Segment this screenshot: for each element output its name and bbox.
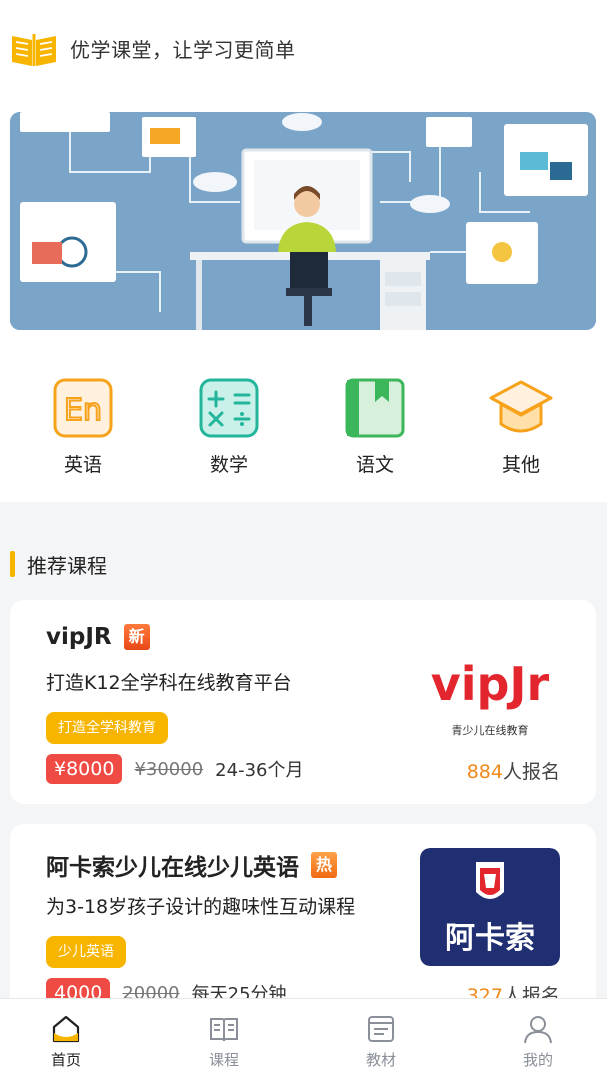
category-chinese[interactable]: 语文 bbox=[325, 378, 425, 477]
banner-illustration bbox=[10, 112, 596, 330]
book-open-icon bbox=[210, 1018, 238, 1042]
course-name: vipJR bbox=[46, 624, 112, 650]
vipjr-logo-subtitle: 青少儿在线教育 bbox=[452, 723, 529, 737]
textbook-icon bbox=[368, 1016, 394, 1042]
course-tag: 少儿英语 bbox=[46, 936, 126, 968]
course-name-row: vipJR 新 bbox=[46, 624, 150, 650]
home-icon bbox=[52, 1015, 80, 1043]
course-description: 为3-18岁孩子设计的趣味性互动课程 bbox=[46, 896, 356, 918]
category-label: 数学 bbox=[209, 454, 248, 476]
category-label: 其他 bbox=[501, 454, 540, 476]
category-other[interactable]: 其他 bbox=[471, 378, 571, 477]
graduation-cap-icon bbox=[489, 380, 553, 433]
promo-banner[interactable] bbox=[10, 112, 596, 330]
hot-badge: 热 bbox=[311, 852, 337, 878]
math-symbols-icon bbox=[199, 378, 259, 438]
app-header: 优学课堂，让学习更简单 bbox=[0, 0, 607, 100]
course-tag: 打造全学科教育 bbox=[46, 712, 168, 744]
category-math[interactable]: 数学 bbox=[179, 378, 279, 477]
section-accent-bar bbox=[10, 551, 15, 577]
section-title: 推荐课程 bbox=[10, 550, 107, 578]
vipjr-logo-text: vipJr bbox=[431, 657, 550, 711]
course-duration: 24-36个月 bbox=[215, 760, 304, 781]
course-description: 打造K12全学科在线教育平台 bbox=[46, 672, 292, 694]
enroll-suffix: 人报名 bbox=[502, 761, 560, 783]
course-name: 阿卡索少儿在线少儿英语 bbox=[46, 855, 299, 881]
bottom-tab-bar: 首页 课程 教材 我的 bbox=[0, 998, 607, 1080]
course-price: ¥8000 bbox=[46, 754, 123, 784]
vipjr-logo: vipJr 青少儿在线教育 bbox=[420, 624, 560, 742]
category-english[interactable]: En 英语 bbox=[33, 378, 133, 477]
course-thumbnail[interactable]: 阿卡索 bbox=[420, 848, 560, 966]
acadsoc-logo: 阿卡索 bbox=[420, 848, 560, 966]
enroll-number: 884 bbox=[466, 761, 503, 783]
section-title-text: 推荐课程 bbox=[27, 553, 107, 578]
category-label: 英语 bbox=[63, 454, 102, 476]
course-name-row: 阿卡索少儿在线少儿英语 热 bbox=[46, 848, 337, 882]
tab-textbooks[interactable]: 教材 bbox=[341, 1013, 421, 1070]
chinese-book-icon bbox=[345, 378, 405, 438]
original-price: ¥30000 bbox=[134, 758, 204, 780]
tab-home[interactable]: 首页 bbox=[26, 1013, 106, 1070]
tab-label: 课程 bbox=[208, 1051, 239, 1069]
category-label: 语文 bbox=[355, 454, 394, 476]
user-icon bbox=[524, 1016, 552, 1044]
course-card[interactable]: vipJR 新 打造K12全学科在线教育平台 打造全学科教育 ¥8000 ¥30… bbox=[10, 600, 596, 804]
english-en-icon: En bbox=[53, 378, 113, 438]
open-book-logo-icon bbox=[12, 34, 56, 66]
tab-label: 教材 bbox=[365, 1051, 396, 1069]
course-thumbnail[interactable]: vipJr 青少儿在线教育 bbox=[420, 624, 560, 742]
category-grid: En 英语 数学 语文 其他 bbox=[0, 360, 607, 500]
app-slogan: 优学课堂，让学习更简单 bbox=[70, 38, 296, 62]
tab-label: 我的 bbox=[522, 1051, 553, 1069]
price-row: ¥8000 ¥30000 24-36个月 bbox=[46, 754, 303, 784]
tab-label: 首页 bbox=[50, 1051, 81, 1069]
tab-mine[interactable]: 我的 bbox=[498, 1013, 578, 1070]
acadsoc-logo-text: 阿卡索 bbox=[445, 921, 535, 956]
enroll-count: 884人报名 bbox=[467, 757, 560, 784]
tab-courses[interactable]: 课程 bbox=[184, 1013, 264, 1070]
new-badge: 新 bbox=[123, 624, 150, 650]
svg-text:En: En bbox=[64, 393, 102, 428]
